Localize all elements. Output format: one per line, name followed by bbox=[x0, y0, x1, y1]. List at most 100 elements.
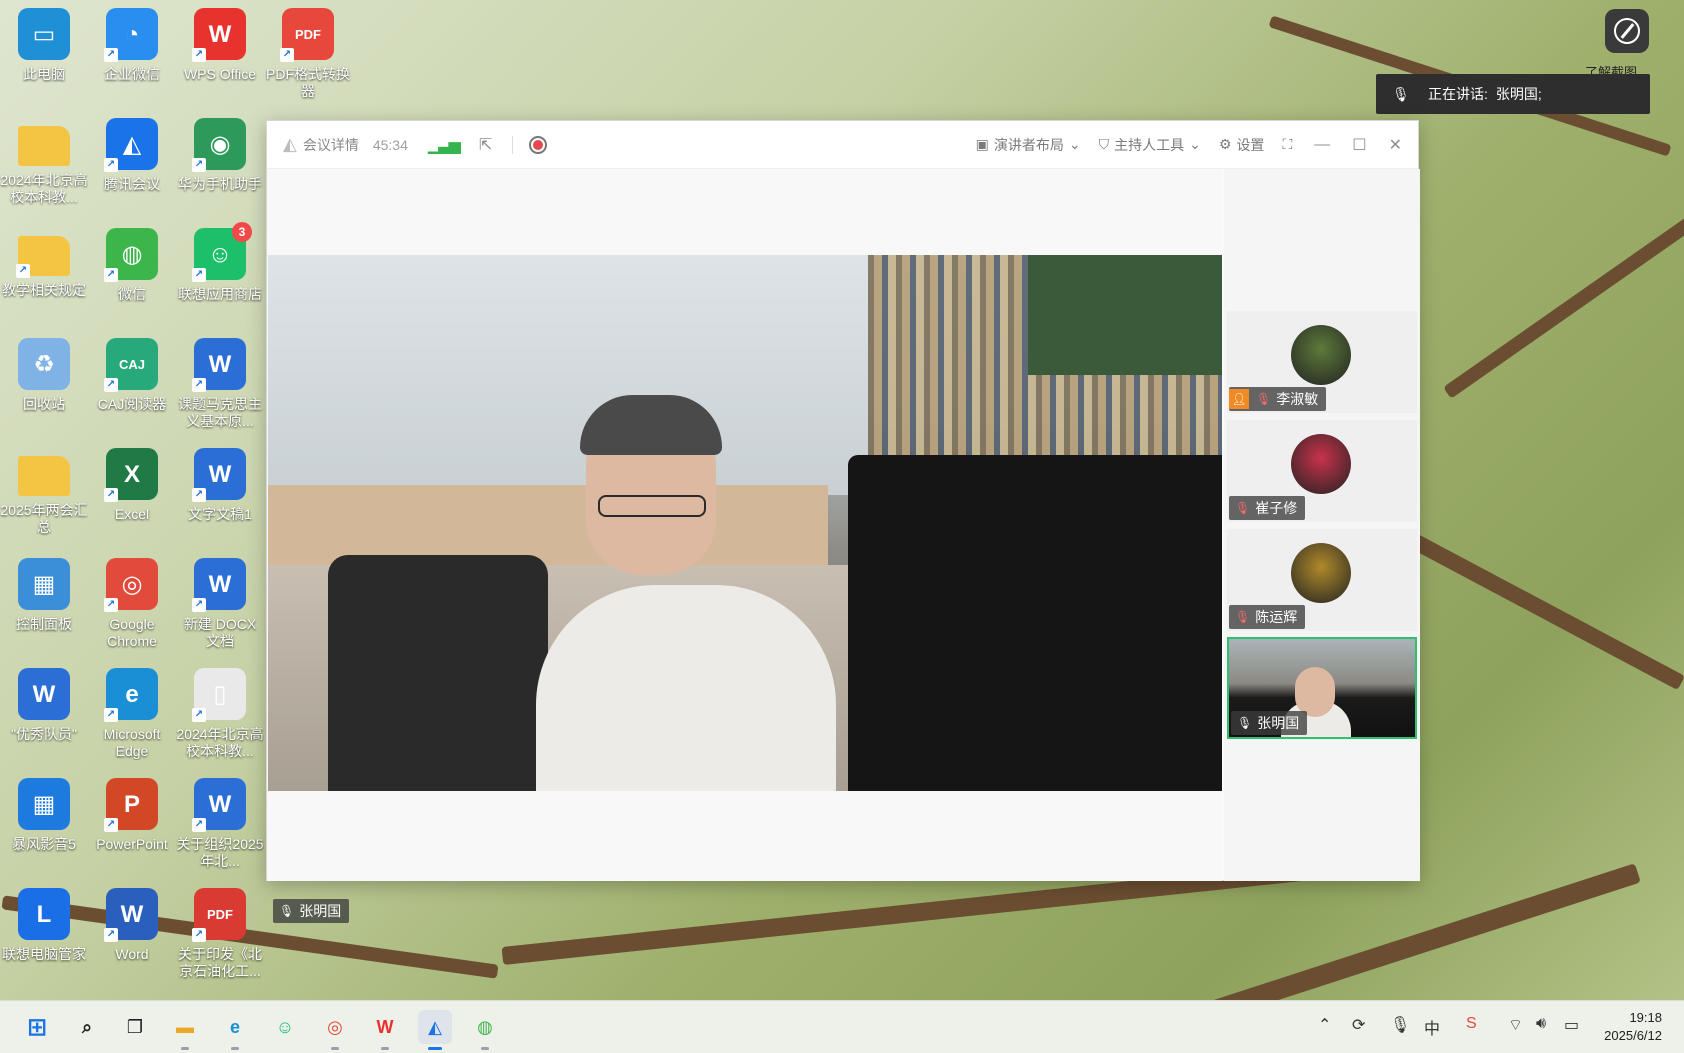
layout-label: 演讲者布局 bbox=[993, 136, 1064, 153]
desktop-icon[interactable]: ◔ ↗ 企业微信 bbox=[88, 8, 176, 83]
desktop-icon[interactable]: ▦ 控制面板 bbox=[0, 558, 88, 633]
edge-icon[interactable]: e bbox=[218, 1010, 252, 1050]
desktop-icon[interactable]: W ↗ WPS Office bbox=[176, 8, 264, 83]
close-icon[interactable]: ✕ bbox=[1389, 135, 1402, 155]
wifi-icon[interactable]: ⌔ bbox=[1508, 1015, 1523, 1035]
desktop-icon[interactable]: e ↗ Microsoft Edge bbox=[88, 668, 176, 760]
shortcut-arrow-icon: ↗ bbox=[192, 378, 206, 392]
desktop-icon[interactable]: L 联想电脑管家 bbox=[0, 888, 88, 963]
desktop-icon[interactable]: CAJ ↗ CAJ阅读器 bbox=[88, 338, 176, 413]
participant-tile[interactable]: 🎙︎ 崔子修 bbox=[1227, 420, 1417, 522]
speaking-name: 张明国; bbox=[1495, 86, 1542, 102]
desktop-icon[interactable]: W "优秀队员" bbox=[0, 668, 88, 743]
desktop-icon[interactable]: ◉ ↗ 华为手机助手 bbox=[176, 118, 264, 193]
sogou-ime-icon[interactable]: S bbox=[1466, 1015, 1477, 1033]
chevron-down-icon: ⌄ bbox=[1068, 136, 1081, 152]
desktop-icon[interactable]: ♻ 回收站 bbox=[0, 338, 88, 413]
participant-tile[interactable]: 🎙︎ 张明国 bbox=[1227, 637, 1417, 739]
app-icon: ▭ bbox=[18, 8, 70, 60]
desktop-icon[interactable]: W ↗ 课题马克思主义基本原... bbox=[176, 338, 264, 430]
shortcut-arrow-icon: ↗ bbox=[192, 488, 206, 502]
desktop-icon[interactable]: PDF ↗ 关于印发《北京石油化工... bbox=[176, 888, 264, 980]
desktop-icon-label: 暴风影音5 bbox=[12, 836, 76, 852]
app-icon: ▯ ↗ bbox=[192, 668, 246, 722]
app-icon: L bbox=[18, 888, 70, 940]
participant-tile[interactable]: 🎙︎ 陈运辉 bbox=[1227, 529, 1417, 631]
desktop-icon[interactable]: W ↗ Word bbox=[88, 888, 176, 963]
desktop-icon[interactable]: W ↗ 关于组织2025年北... bbox=[176, 778, 264, 870]
app-icon: ◉ ↗ bbox=[192, 118, 246, 172]
battery-icon[interactable]: ▭ bbox=[1564, 1015, 1579, 1035]
tencent-meeting-taskbar-icon[interactable]: ◭ bbox=[418, 1010, 452, 1050]
chrome-icon[interactable]: ◎ bbox=[318, 1010, 352, 1050]
muted-mic-icon: 🎙︎ bbox=[1256, 392, 1272, 406]
fullscreen-icon[interactable]: ⛶ bbox=[1282, 136, 1292, 153]
main-speaker-name: 张明国 bbox=[299, 903, 342, 919]
participant-name-tag: 🎙︎ 张明国 bbox=[1231, 711, 1308, 735]
desktop-icon-label: WPS Office bbox=[183, 66, 257, 82]
minimize-icon[interactable]: — bbox=[1314, 136, 1330, 154]
desktop-icon[interactable]: ◍ ↗ 微信 bbox=[88, 228, 176, 303]
sync-icon[interactable]: ⟳ bbox=[1352, 1015, 1365, 1035]
speaking-label: 正在讲话: bbox=[1428, 86, 1488, 102]
chevron-up-icon[interactable]: ⌃ bbox=[1318, 1015, 1331, 1035]
desktop-icon-label: 联想应用商店 bbox=[178, 286, 262, 302]
app-icon: ▦ bbox=[18, 778, 70, 830]
desktop-icon[interactable]: ▯ ↗ 2024年北京高校本科教... bbox=[176, 668, 264, 760]
file-explorer-icon[interactable]: ▬ bbox=[168, 1010, 202, 1050]
participant-tile[interactable]: 👤︎ 🎙︎ 李淑敏 bbox=[1227, 311, 1417, 413]
maximize-icon[interactable]: ☐ bbox=[1352, 135, 1366, 155]
windows-start-icon[interactable]: ⊞ bbox=[20, 1010, 54, 1044]
wps-icon[interactable]: W bbox=[368, 1010, 402, 1050]
desktop-icon-label: Excel bbox=[114, 506, 150, 522]
desktop-icon-label: 教学相关规定 bbox=[2, 282, 86, 298]
desktop-icon-label: 关于印发《北京石油化工... bbox=[178, 946, 262, 979]
task-view-icon[interactable]: ❐ bbox=[118, 1010, 152, 1044]
meeting-details-button[interactable]: 会议详情 bbox=[303, 135, 359, 155]
desktop-icon[interactable]: ◎ ↗ Google Chrome bbox=[88, 558, 176, 650]
participant-name: 李淑敏 bbox=[1276, 391, 1319, 407]
desktop-icon-label: CAJ阅读器 bbox=[97, 396, 167, 412]
participant-video bbox=[1295, 667, 1335, 717]
app-icon: ◭ ↗ bbox=[104, 118, 158, 172]
shortcut-arrow-icon: ↗ bbox=[16, 264, 30, 278]
desktop-icon[interactable]: X ↗ Excel bbox=[88, 448, 176, 523]
search-icon[interactable]: ⌕ bbox=[70, 1010, 104, 1044]
desktop-icon[interactable]: ▭ 此电脑 bbox=[0, 8, 88, 83]
settings-button[interactable]: ⚙ 设置 bbox=[1219, 135, 1265, 155]
app-icon: ◍ ↗ bbox=[104, 228, 158, 282]
wechat-icon[interactable]: ◍ bbox=[468, 1010, 502, 1050]
record-icon[interactable] bbox=[529, 135, 548, 154]
host-tools-dropdown[interactable]: ⛉ 主持人工具 ⌄ bbox=[1099, 135, 1201, 155]
desktop-icon[interactable]: ↗ 教学相关规定 bbox=[0, 228, 88, 299]
screenshot-tool-button[interactable] bbox=[1605, 9, 1649, 53]
app-store-icon[interactable]: ☺ bbox=[268, 1010, 302, 1044]
desktop-icon-label: 课题马克思主义基本原... bbox=[178, 396, 262, 429]
app-icon: PDF ↗ bbox=[280, 8, 334, 62]
desktop-icon[interactable]: W ↗ 新建 DOCX 文档 bbox=[176, 558, 264, 650]
layout-dropdown[interactable]: ▣ 演讲者布局 ⌄ bbox=[976, 135, 1081, 155]
mic-icon: 🎙︎ bbox=[1237, 716, 1253, 730]
desktop-icon-label: 2024年北京高校本科教... bbox=[176, 726, 264, 759]
meeting-timer: 45:34 bbox=[372, 136, 408, 153]
taskbar-clock[interactable]: 19:18 2025/6/12 bbox=[1604, 1009, 1662, 1045]
main-video-stage: 🎙︎ 张明国 bbox=[267, 169, 1222, 923]
pop-out-icon[interactable]: ⇱ bbox=[479, 135, 492, 155]
desktop-icon[interactable]: ☺ ↗ 3 联想应用商店 bbox=[176, 222, 264, 303]
desktop-icon[interactable]: W ↗ 文字文稿1 bbox=[176, 448, 264, 523]
desktop-icon[interactable]: 2025年两会汇总 bbox=[0, 448, 88, 536]
desktop-icon[interactable]: PDF ↗ PDF格式转换器 bbox=[264, 8, 352, 100]
network-signal-icon[interactable]: ▁▃▅ bbox=[428, 135, 461, 155]
desktop-icon[interactable]: P ↗ PowerPoint bbox=[88, 778, 176, 853]
desktop-icon-label: "优秀队员" bbox=[11, 726, 77, 742]
desktop-icon[interactable]: ▦ 暴风影音5 bbox=[0, 778, 88, 853]
aperture-icon bbox=[1614, 18, 1640, 44]
app-icon: W bbox=[18, 668, 70, 720]
ime-indicator[interactable]: 中 bbox=[1424, 1015, 1440, 1039]
microphone-icon[interactable]: 🎙︎ bbox=[1390, 1015, 1410, 1035]
main-speaker-video[interactable] bbox=[268, 255, 1222, 791]
desktop-icon[interactable]: ◭ ↗ 腾讯会议 bbox=[88, 118, 176, 193]
volume-icon[interactable]: 🔊︎ bbox=[1536, 1015, 1546, 1033]
desktop-icon-label: 腾讯会议 bbox=[104, 176, 160, 192]
desktop-icon[interactable]: 2024年北京高校本科教... bbox=[0, 118, 88, 206]
